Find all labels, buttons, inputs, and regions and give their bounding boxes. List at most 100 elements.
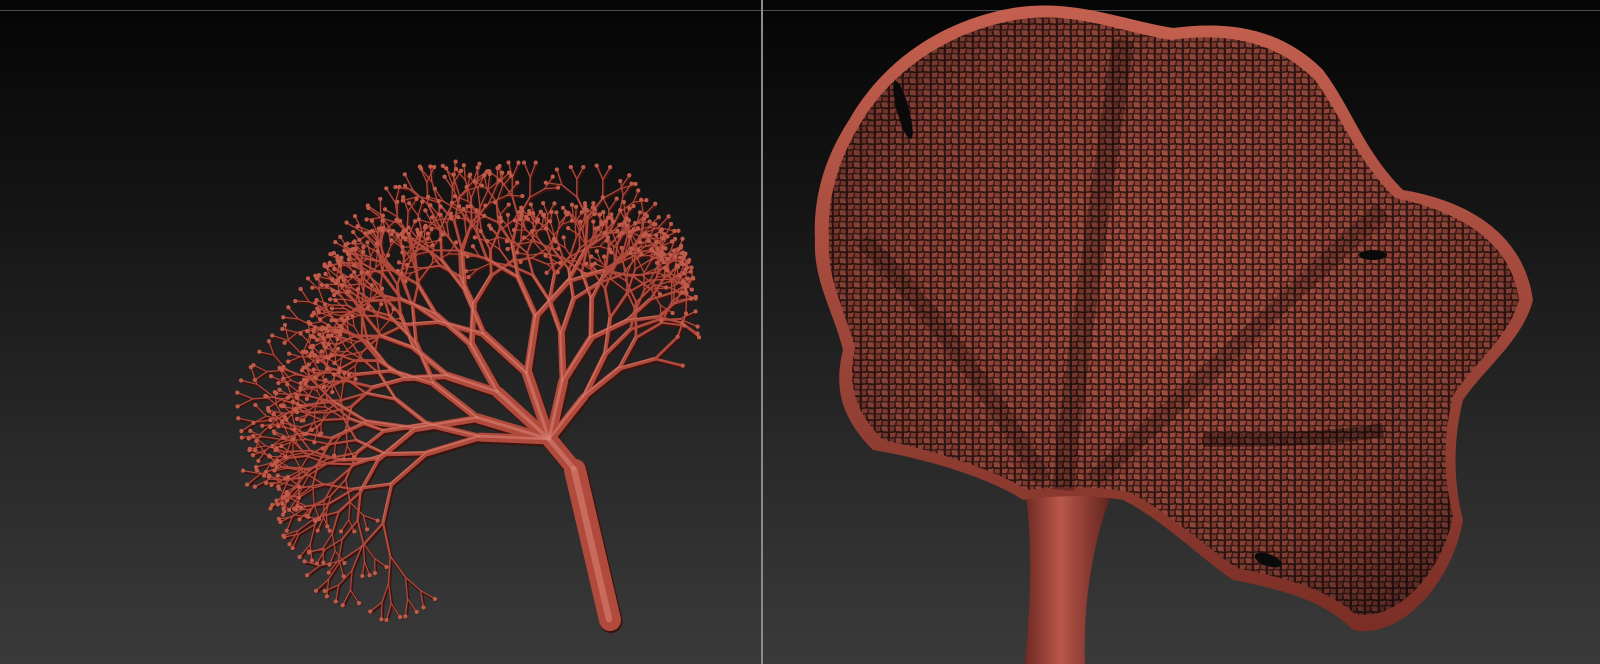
vein-tip	[314, 561, 319, 566]
vein-tip	[608, 165, 613, 170]
vein-tip	[683, 311, 688, 316]
viewport-left[interactable]	[0, 0, 761, 664]
vein-tip	[386, 228, 391, 233]
vein-tip	[479, 183, 484, 188]
vein-tip	[251, 363, 256, 368]
vein-tip	[690, 276, 695, 281]
viewport-split	[0, 0, 1600, 664]
vein-tip	[365, 270, 370, 275]
vein-tip	[321, 385, 326, 390]
vein-tip	[326, 323, 331, 328]
vein-tip	[294, 392, 299, 397]
vein-tip	[359, 270, 364, 275]
vein-tip	[627, 206, 632, 211]
vein-tip	[609, 250, 614, 255]
vein-tip	[675, 263, 680, 268]
vein-tip	[329, 318, 334, 323]
vein-tip	[384, 186, 389, 191]
vein-tip	[305, 329, 310, 334]
vein-tip	[436, 198, 441, 203]
vein-tip	[642, 233, 647, 238]
vein-tip	[272, 468, 277, 473]
vein-tip	[680, 363, 685, 368]
vein-tip	[335, 329, 340, 334]
vein-tip	[367, 230, 372, 235]
vein-tip	[252, 484, 257, 489]
vein-tip	[292, 506, 297, 511]
vein-branch	[360, 521, 385, 548]
vein-tip	[310, 285, 315, 290]
vein-sculpt	[235, 159, 702, 634]
vein-tip	[505, 246, 510, 251]
vein-tip	[394, 217, 399, 222]
vein-tip	[330, 390, 335, 395]
vein-tip	[461, 163, 466, 168]
vein-tip	[269, 482, 274, 487]
vein-tip	[345, 289, 350, 294]
vein-tip	[342, 560, 347, 565]
vein-tip	[538, 209, 543, 214]
vein-branch	[384, 208, 398, 218]
vein-branch	[523, 162, 531, 178]
vein-tip	[451, 172, 456, 177]
vein-tip	[569, 202, 574, 207]
vein-tip	[619, 222, 624, 227]
vein-tip	[282, 535, 287, 540]
vein-tip	[270, 333, 275, 338]
vein-branch	[458, 251, 463, 279]
vein-tip	[584, 261, 589, 266]
vein-branch	[338, 569, 353, 586]
vein-tip	[264, 394, 269, 399]
vein-tip	[317, 332, 322, 337]
vein-tip	[403, 614, 408, 619]
vein-shadow	[254, 371, 270, 383]
vein-tip	[497, 178, 502, 183]
vein-tip	[298, 505, 303, 510]
vein-tip	[488, 226, 493, 231]
vein-tip	[629, 247, 634, 252]
vein-tip	[380, 286, 385, 291]
vein-tip	[475, 165, 480, 170]
vein-tip	[239, 429, 244, 434]
vein-tip	[444, 166, 449, 171]
vein-tip	[239, 378, 244, 383]
vein-tip	[665, 268, 670, 273]
vein-tip	[342, 370, 347, 375]
vein-tip	[554, 167, 559, 172]
vein-shadow	[609, 292, 631, 322]
vein-highlight	[516, 275, 536, 317]
vein-tip	[313, 300, 318, 305]
vein-tip	[341, 457, 346, 462]
vein-tip	[268, 425, 273, 430]
vein-tip	[256, 458, 261, 463]
vein-shadow	[529, 189, 547, 201]
vein-tip	[332, 453, 337, 458]
vein-tip	[425, 231, 430, 236]
vein-branch	[310, 411, 330, 414]
vein-tip	[312, 440, 317, 445]
vein-tip	[497, 163, 502, 168]
vein-tip	[644, 198, 649, 203]
vein-tip	[290, 399, 295, 404]
vein-tip	[677, 273, 682, 278]
vein-tip	[235, 404, 240, 409]
vein-tip	[302, 559, 307, 564]
vein-tip	[235, 390, 240, 395]
vein-tip	[328, 252, 333, 257]
vein-tip	[647, 219, 652, 224]
vein-tip	[375, 518, 380, 523]
vein-tip	[657, 292, 662, 297]
viewport-right[interactable]	[763, 0, 1600, 664]
vein-tip	[365, 240, 370, 245]
vein-tip	[414, 609, 419, 614]
vein-tip	[675, 334, 680, 339]
vein-tip	[393, 184, 398, 189]
vein-tip	[553, 239, 558, 244]
vein-tip	[325, 366, 330, 371]
vein-tip	[293, 298, 298, 303]
vein-tip	[617, 233, 622, 238]
vein-tip	[512, 228, 517, 233]
vein-tip	[306, 550, 311, 555]
vein-tip	[633, 221, 638, 226]
vein-tip	[661, 236, 666, 241]
